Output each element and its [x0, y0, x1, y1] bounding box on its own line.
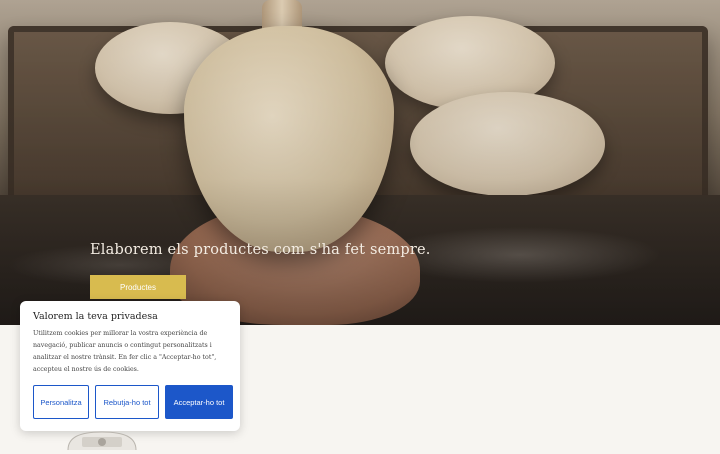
cookie-button-row: Personalitza Rebutja-ho tot Acceptar-ho … [33, 385, 233, 419]
cookie-title: Valorem la teva privadesa [33, 311, 158, 322]
products-button[interactable]: Productes [90, 275, 186, 299]
cookie-consent-banner: Valorem la teva privadesa Utilitzem cook… [20, 301, 240, 431]
customize-button[interactable]: Personalitza [33, 385, 89, 419]
bakery-logo-icon[interactable] [64, 428, 140, 451]
hero-banner: Elaborem els productes com s'ha fet semp… [0, 0, 720, 325]
cookie-description: Utilitzem cookies per millorar la vostra… [33, 330, 217, 373]
reject-all-button[interactable]: Rebutja-ho tot [95, 385, 159, 419]
hero-tagline: Elaborem els productes com s'ha fet semp… [90, 242, 431, 258]
bakery-logo-icon-svg [67, 431, 137, 451]
accept-all-button[interactable]: Acceptar-ho tot [165, 385, 233, 419]
